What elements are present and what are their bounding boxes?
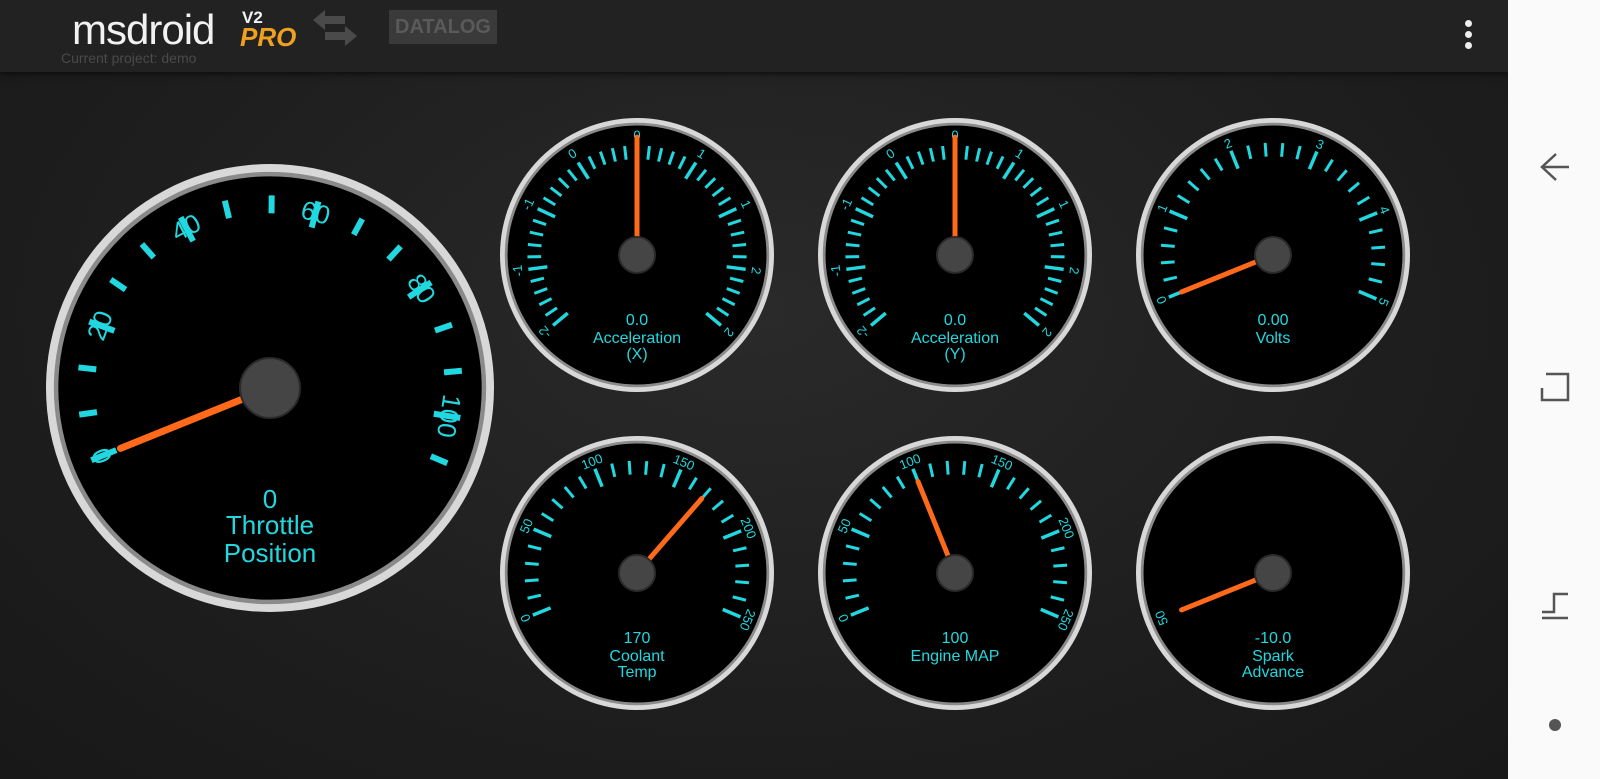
gauge-value: 170: [624, 630, 651, 647]
gauge-minor-tick: [527, 243, 542, 248]
back-icon[interactable]: [1538, 150, 1572, 184]
gauge-major-tick: [846, 265, 866, 272]
gauge-label: Acceleration: [593, 330, 681, 347]
gauge-minor-tick: [842, 578, 857, 583]
gauge-minor-tick: [964, 145, 969, 160]
gauge-minor-tick: [646, 145, 651, 160]
gauge-label: (Y): [944, 346, 965, 363]
gauge-minor-tick: [945, 460, 950, 475]
gauge-value: -10.0: [1255, 630, 1292, 647]
current-project-label: Current project: demo: [61, 50, 197, 66]
gauge-accel-y[interactable]: -2-1-10011220.0Acceleration(Y): [812, 112, 1098, 398]
gauge-label: Engine MAP: [911, 648, 1000, 665]
gauge-minor-tick: [1160, 243, 1175, 248]
datalog-button[interactable]: DATALOG: [389, 10, 497, 44]
gauge-dial: 050100 150200250170CoolantTemp: [500, 436, 774, 710]
gauge-dial: 50-10.0SparkAdvance: [1136, 436, 1410, 710]
gauge-hub: [618, 554, 656, 592]
home-dot-icon[interactable]: [1538, 708, 1572, 742]
gauge-value: 100: [942, 630, 969, 647]
gauge-label: Temp: [617, 664, 656, 681]
gauge-dial: 02040 60801000ThrottlePosition: [46, 164, 494, 612]
more-vert-icon[interactable]: [1456, 18, 1480, 54]
gauge-minor-tick: [735, 580, 750, 585]
app-toolbar: msdroid V2 PRO Current project: demo DAT…: [0, 0, 1508, 72]
gauge-minor-tick: [962, 460, 967, 475]
gauge-minor-tick: [627, 460, 632, 475]
app-screen: msdroid V2 PRO Current project: demo DAT…: [0, 0, 1508, 779]
gauge-dial: 012 3450.00Volts: [1136, 118, 1410, 392]
gauge-minor-tick: [524, 578, 539, 583]
gauge-label: Coolant: [609, 648, 665, 665]
gauge-value: 0.00: [1257, 312, 1288, 329]
gauge-coolant[interactable]: 0 50 100 150 200 250 170 Coolant Temp: [494, 430, 780, 716]
recents-icon[interactable]: [1538, 370, 1572, 404]
gauge-dial: 050100 150200250100Engine MAP: [818, 436, 1092, 710]
gauge-minor-tick: [1050, 243, 1065, 248]
system-nav-bar: [1508, 0, 1600, 779]
logo-text: msdroid: [72, 6, 215, 53]
gauge-tick-label: -1: [828, 264, 844, 277]
gauge-minor-tick: [732, 243, 747, 248]
swap-arrows-icon[interactable]: [309, 8, 361, 48]
gauge-dial: -2-1-10011220.0Acceleration(Y): [818, 118, 1092, 392]
gauge-label: Position: [224, 538, 317, 568]
gauge-minor-tick: [1263, 142, 1268, 157]
gauge-minor-tick: [443, 367, 463, 376]
logo-edition: PRO: [240, 22, 297, 52]
gauge-minor-tick: [623, 145, 628, 160]
gauge-minor-tick: [941, 145, 946, 160]
gauge-volts[interactable]: 0 1 2 3 4 5 0.00 Volts: [1130, 112, 1416, 398]
gauge-label: Throttle: [226, 510, 314, 540]
gauge-major-tick: [528, 265, 548, 272]
gauge-minor-tick: [1053, 563, 1068, 568]
gauge-hub: [1254, 236, 1292, 274]
gauge-throttle[interactable]: 0 20 40 60 80 100 0 Throttle Position: [40, 158, 500, 618]
gauge-hub: [1254, 554, 1292, 592]
gauge-dial: -2-1-10011220.0Acceleration(X): [500, 118, 774, 392]
gauge-minor-tick: [644, 460, 649, 475]
gauge-accel-x[interactable]: -2-1-10011220.0Acceleration(X): [494, 112, 780, 398]
gauge-minor-tick: [1280, 142, 1285, 157]
gauge-label: Volts: [1256, 330, 1291, 347]
gauge-label: Spark: [1252, 648, 1295, 665]
gauge-label: (X): [626, 346, 647, 363]
gauge-minor-tick: [1371, 245, 1386, 250]
gauge-minor-tick: [524, 561, 539, 566]
gauge-minor-tick: [1053, 580, 1068, 585]
gauge-major-tick: [726, 265, 746, 272]
gauge-hub: [239, 357, 301, 419]
gauge-spark[interactable]: 50 -10.0 Spark Advance: [1130, 430, 1416, 716]
gauge-value: 0.0: [944, 312, 966, 329]
gauge-tick-label: -1: [510, 264, 526, 277]
gauge-minor-tick: [845, 243, 860, 248]
gauge-value: 0.0: [626, 312, 648, 329]
gauge-major-tick: [1044, 265, 1064, 272]
gauge-minor-tick: [1371, 262, 1386, 267]
gauge-label: Acceleration: [911, 330, 999, 347]
gauge-hub: [936, 236, 974, 274]
gauge-minor-tick: [842, 561, 857, 566]
gauge-minor-tick: [78, 364, 97, 373]
gauge-minor-tick: [221, 200, 232, 219]
gauge-hub: [618, 236, 656, 274]
gauge-label: Advance: [1242, 664, 1304, 681]
gauge-minor-tick: [1160, 260, 1175, 265]
gauge-map[interactable]: 0 50 100 150 200 250 100 Engine MAP: [812, 430, 1098, 716]
recent-apps-icon[interactable]: [1538, 588, 1572, 622]
gauge-hub: [936, 554, 974, 592]
gauge-minor-tick: [735, 563, 750, 568]
gauge-minor-tick: [78, 409, 98, 418]
